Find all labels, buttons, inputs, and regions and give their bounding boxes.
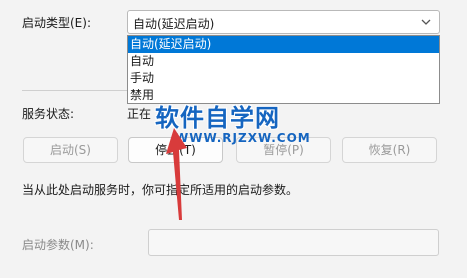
option-manual[interactable]: 手动 bbox=[128, 70, 439, 87]
option-auto[interactable]: 自动 bbox=[128, 53, 439, 70]
chevron-down-icon bbox=[421, 19, 431, 25]
service-status-value: 正在 bbox=[127, 107, 152, 121]
startup-type-value: 自动(延迟启动) bbox=[133, 17, 215, 31]
watermark-url: WWW.RJZXW.COM bbox=[175, 131, 311, 145]
startup-type-label: 启动类型(E): bbox=[22, 16, 91, 30]
startup-type-dropdown: 自动(延迟启动) 自动 手动 禁用 bbox=[127, 35, 440, 104]
params-label: 启动参数(M): bbox=[22, 238, 94, 252]
divider bbox=[22, 90, 127, 91]
resume-button[interactable]: 恢复(R) bbox=[342, 137, 437, 163]
start-button[interactable]: 启动(S) bbox=[23, 137, 118, 163]
startup-type-select[interactable]: 自动(延迟启动) bbox=[127, 10, 440, 34]
service-status-label: 服务状态: bbox=[22, 107, 75, 121]
arrow-annotation-icon bbox=[166, 128, 187, 220]
option-auto-delayed[interactable]: 自动(延迟启动) bbox=[128, 36, 439, 53]
params-input[interactable] bbox=[148, 229, 439, 256]
